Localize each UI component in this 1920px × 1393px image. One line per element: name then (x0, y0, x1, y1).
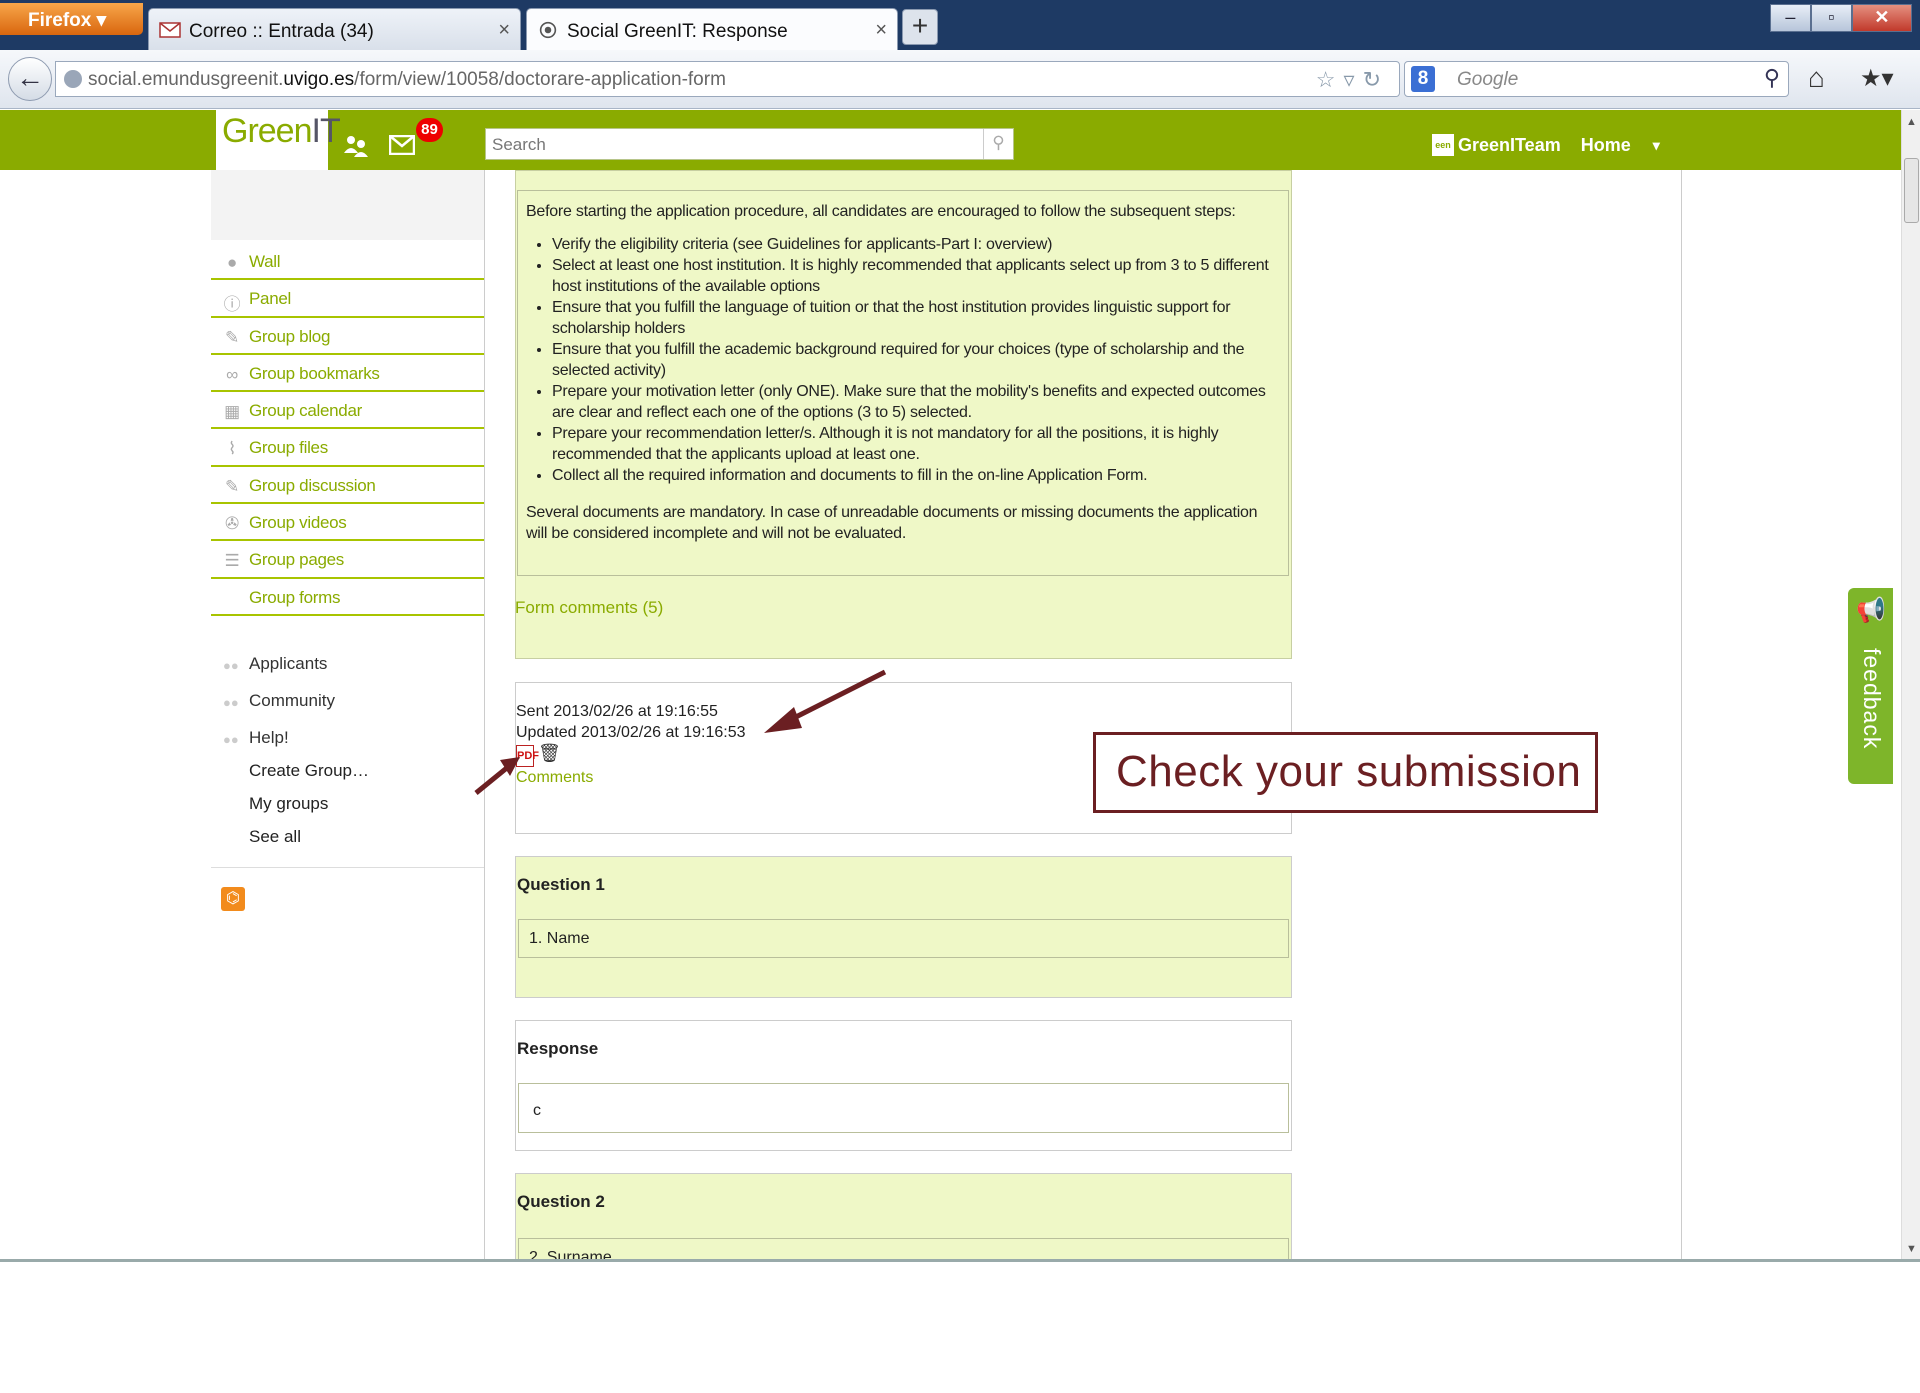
annotation-arrows (474, 669, 887, 795)
page: Firefox ▾ Correo :: Entrada (34) × Socia… (0, 0, 1920, 1393)
scroll-down-arrow-icon[interactable]: ▼ (1906, 1243, 1917, 1255)
feedback-tab[interactable]: 📢 feedback (1848, 588, 1893, 784)
screenshot: Firefox ▾ Correo :: Entrada (34) × Socia… (0, 0, 1920, 1259)
vertical-scrollbar[interactable]: ▲ ▼ (1901, 110, 1920, 1259)
screenshot-bottom-edge (0, 1259, 1920, 1262)
scroll-up-arrow-icon[interactable]: ▲ (1906, 116, 1917, 128)
scrollbar-thumb[interactable] (1904, 158, 1919, 223)
annotation-arrow (474, 765, 510, 795)
arrow-head (764, 707, 802, 733)
feedback-label: feedback (1859, 648, 1885, 750)
megaphone-icon: 📢 (1856, 597, 1886, 624)
